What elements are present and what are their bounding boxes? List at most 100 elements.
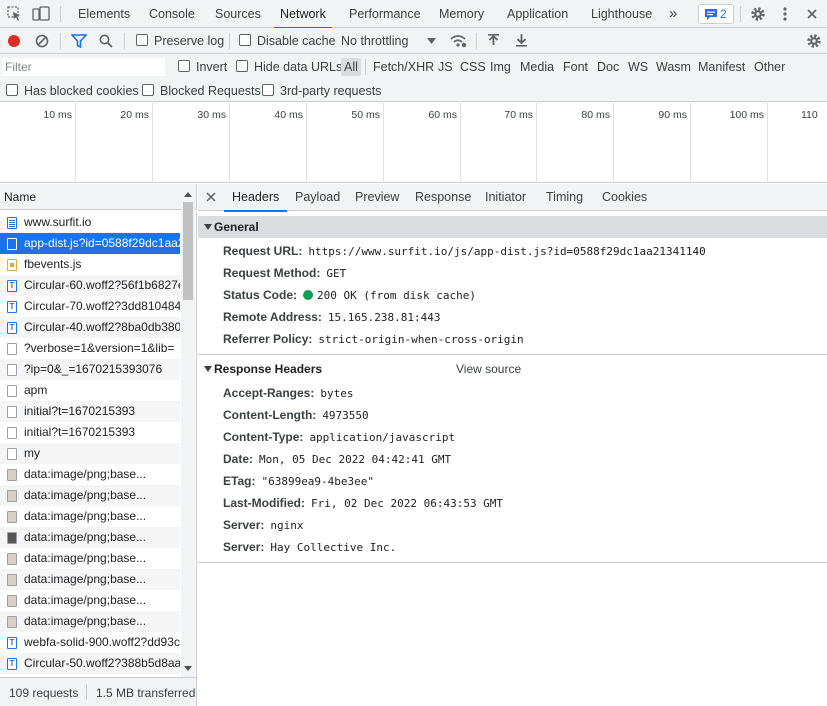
request-name: data:image/png;base... bbox=[24, 467, 147, 481]
tab-performance[interactable]: Performance bbox=[349, 0, 421, 28]
third-party-requests-checkbox[interactable] bbox=[262, 84, 274, 96]
request-row[interactable]: initial?t=1670215393 bbox=[0, 401, 180, 422]
filter-type-fetch-xhr[interactable]: Fetch/XHR bbox=[373, 54, 434, 80]
tab-memory[interactable]: Memory bbox=[439, 0, 484, 28]
request-row[interactable]: T Circular-70.woff2?3dd810484 bbox=[0, 296, 180, 317]
blocked-requests-checkbox[interactable] bbox=[142, 84, 154, 96]
search-icon[interactable] bbox=[99, 34, 113, 48]
timeline-gridline bbox=[690, 103, 691, 183]
filter-type-wasm[interactable]: Wasm bbox=[656, 54, 691, 80]
request-name: apm bbox=[24, 383, 48, 397]
scroll-down-arrow-icon[interactable] bbox=[184, 666, 192, 671]
filter-input[interactable]: Filter bbox=[2, 58, 165, 76]
more-tabs-button[interactable]: » bbox=[669, 0, 677, 28]
request-row[interactable]: data:image/png;base... bbox=[0, 569, 180, 590]
filter-type-manifest[interactable]: Manifest bbox=[698, 54, 745, 80]
request-row[interactable]: T Circular-50.woff2?388b5d8aa bbox=[0, 653, 180, 674]
request-name: Circular-60.woff2?56f1b6827e bbox=[24, 278, 180, 292]
request-row[interactable]: data:image/png;base... bbox=[0, 611, 180, 632]
request-row[interactable]: T Circular-40.woff2?8ba0db380 bbox=[0, 317, 180, 338]
filter-type-other[interactable]: Other bbox=[754, 54, 785, 80]
tab-initiator[interactable]: Initiator bbox=[485, 184, 526, 211]
tab-response[interactable]: Response bbox=[415, 184, 471, 211]
record-icon[interactable] bbox=[7, 34, 21, 48]
request-name: data:image/png;base... bbox=[24, 593, 147, 607]
tab-cookies[interactable]: Cookies bbox=[602, 184, 647, 211]
column-header-name[interactable]: Name bbox=[4, 190, 36, 204]
request-row[interactable]: Twebfa-solid-900.woff2?dd93c bbox=[0, 632, 180, 653]
issues-counter[interactable]: 2 bbox=[698, 4, 734, 24]
request-row[interactable]: T Circular-60.woff2?56f1b6827e bbox=[0, 275, 180, 296]
tab-preview[interactable]: Preview bbox=[355, 184, 399, 211]
request-row[interactable]: www.surfit.io bbox=[0, 212, 180, 233]
filter-type-doc[interactable]: Doc bbox=[597, 54, 619, 80]
disable-cache-checkbox[interactable] bbox=[239, 34, 251, 46]
request-row[interactable]: data:image/png;base... bbox=[0, 485, 180, 506]
hide-data-urls-checkbox[interactable] bbox=[236, 60, 248, 72]
request-row[interactable]: ?verbose=1&version=1&lib= bbox=[0, 338, 180, 359]
header-name: Server: bbox=[223, 540, 265, 554]
collapse-triangle-icon bbox=[204, 366, 212, 372]
kebab-menu-icon[interactable] bbox=[782, 6, 788, 22]
tab-lighthouse[interactable]: Lighthouse bbox=[591, 0, 652, 28]
tab-headers[interactable]: Headers bbox=[223, 184, 288, 212]
header-value: GET bbox=[326, 267, 347, 280]
filter-icon[interactable] bbox=[71, 34, 87, 48]
request-name: webfa-solid-900.woff2?dd93c bbox=[24, 635, 180, 649]
request-name: ?verbose=1&version=1&lib= bbox=[24, 341, 175, 355]
request-row[interactable]: ?ip=0&_=1670215393076 bbox=[0, 359, 180, 380]
request-row[interactable]: data:image/png;base... bbox=[0, 548, 180, 569]
export-har-icon[interactable] bbox=[515, 33, 528, 48]
preserve-log-checkbox[interactable] bbox=[136, 34, 148, 46]
filter-type-js[interactable]: JS bbox=[438, 54, 453, 80]
scroll-up-arrow-icon[interactable] bbox=[184, 192, 192, 197]
request-row[interactable]: data:image/png;base... bbox=[0, 464, 180, 485]
view-source-link[interactable]: View source bbox=[456, 358, 521, 380]
tab-sources[interactable]: Sources bbox=[215, 0, 261, 28]
toolbar-divider bbox=[365, 59, 366, 75]
header-row: Referrer Policy: strict-origin-when-cross… bbox=[223, 328, 524, 350]
request-row[interactable]: data:image/png;base... bbox=[0, 506, 180, 527]
general-section-header[interactable]: General bbox=[198, 216, 827, 238]
filter-type-ws[interactable]: WS bbox=[628, 54, 648, 80]
filter-type-font[interactable]: Font bbox=[563, 54, 588, 80]
tab-application[interactable]: Application bbox=[507, 0, 568, 28]
request-row-selected[interactable]: app-dist.js?id=0588f29dc1aa2 bbox=[0, 233, 180, 254]
close-detail-icon[interactable] bbox=[206, 192, 216, 202]
request-list-scrollbar[interactable] bbox=[181, 188, 195, 677]
tab-network[interactable]: Network bbox=[274, 0, 332, 29]
tab-console[interactable]: Console bbox=[149, 0, 195, 28]
filter-type-media[interactable]: Media bbox=[520, 54, 554, 80]
clear-icon[interactable] bbox=[35, 34, 49, 48]
header-row: Date: Mon, 05 Dec 2022 04:42:41 GMT bbox=[223, 448, 451, 470]
inspect-element-icon[interactable] bbox=[7, 6, 21, 22]
filter-type-img[interactable]: Img bbox=[490, 54, 511, 80]
tab-timing[interactable]: Timing bbox=[546, 184, 583, 211]
font-file-icon: T bbox=[7, 301, 17, 313]
toolbar-divider bbox=[476, 33, 477, 49]
filter-type-all[interactable]: All bbox=[341, 58, 361, 76]
scrollbar-thumb[interactable] bbox=[183, 202, 193, 300]
request-row[interactable]: fbevents.js bbox=[0, 254, 180, 275]
device-toolbar-icon[interactable] bbox=[32, 6, 50, 22]
invert-checkbox[interactable] bbox=[178, 60, 190, 72]
network-settings-gear-icon[interactable] bbox=[806, 33, 822, 49]
filter-type-css[interactable]: CSS bbox=[460, 54, 486, 80]
timeline-tick-label: 100 ms bbox=[729, 109, 764, 121]
request-row[interactable]: my bbox=[0, 443, 180, 464]
request-row[interactable]: apm bbox=[0, 380, 180, 401]
tab-elements[interactable]: Elements bbox=[78, 0, 130, 28]
request-row[interactable]: initial?t=1670215393 bbox=[0, 422, 180, 443]
import-har-icon[interactable] bbox=[487, 33, 500, 48]
tab-payload[interactable]: Payload bbox=[295, 184, 340, 211]
network-conditions-icon[interactable] bbox=[450, 33, 467, 48]
dropdown-arrow-icon[interactable] bbox=[427, 38, 436, 44]
throttling-select[interactable]: No throttling bbox=[341, 28, 408, 54]
header-name: Referrer Policy: bbox=[223, 332, 313, 346]
has-blocked-cookies-checkbox[interactable] bbox=[6, 84, 18, 96]
request-row[interactable]: data:image/png;base... bbox=[0, 590, 180, 611]
timeline-overview[interactable]: 10 ms 20 ms 30 ms 40 ms 50 ms 60 ms 70 m… bbox=[0, 103, 827, 183]
settings-gear-icon[interactable] bbox=[750, 6, 766, 22]
close-icon[interactable] bbox=[806, 8, 818, 20]
request-row[interactable]: data:image/png;base... bbox=[0, 527, 180, 548]
